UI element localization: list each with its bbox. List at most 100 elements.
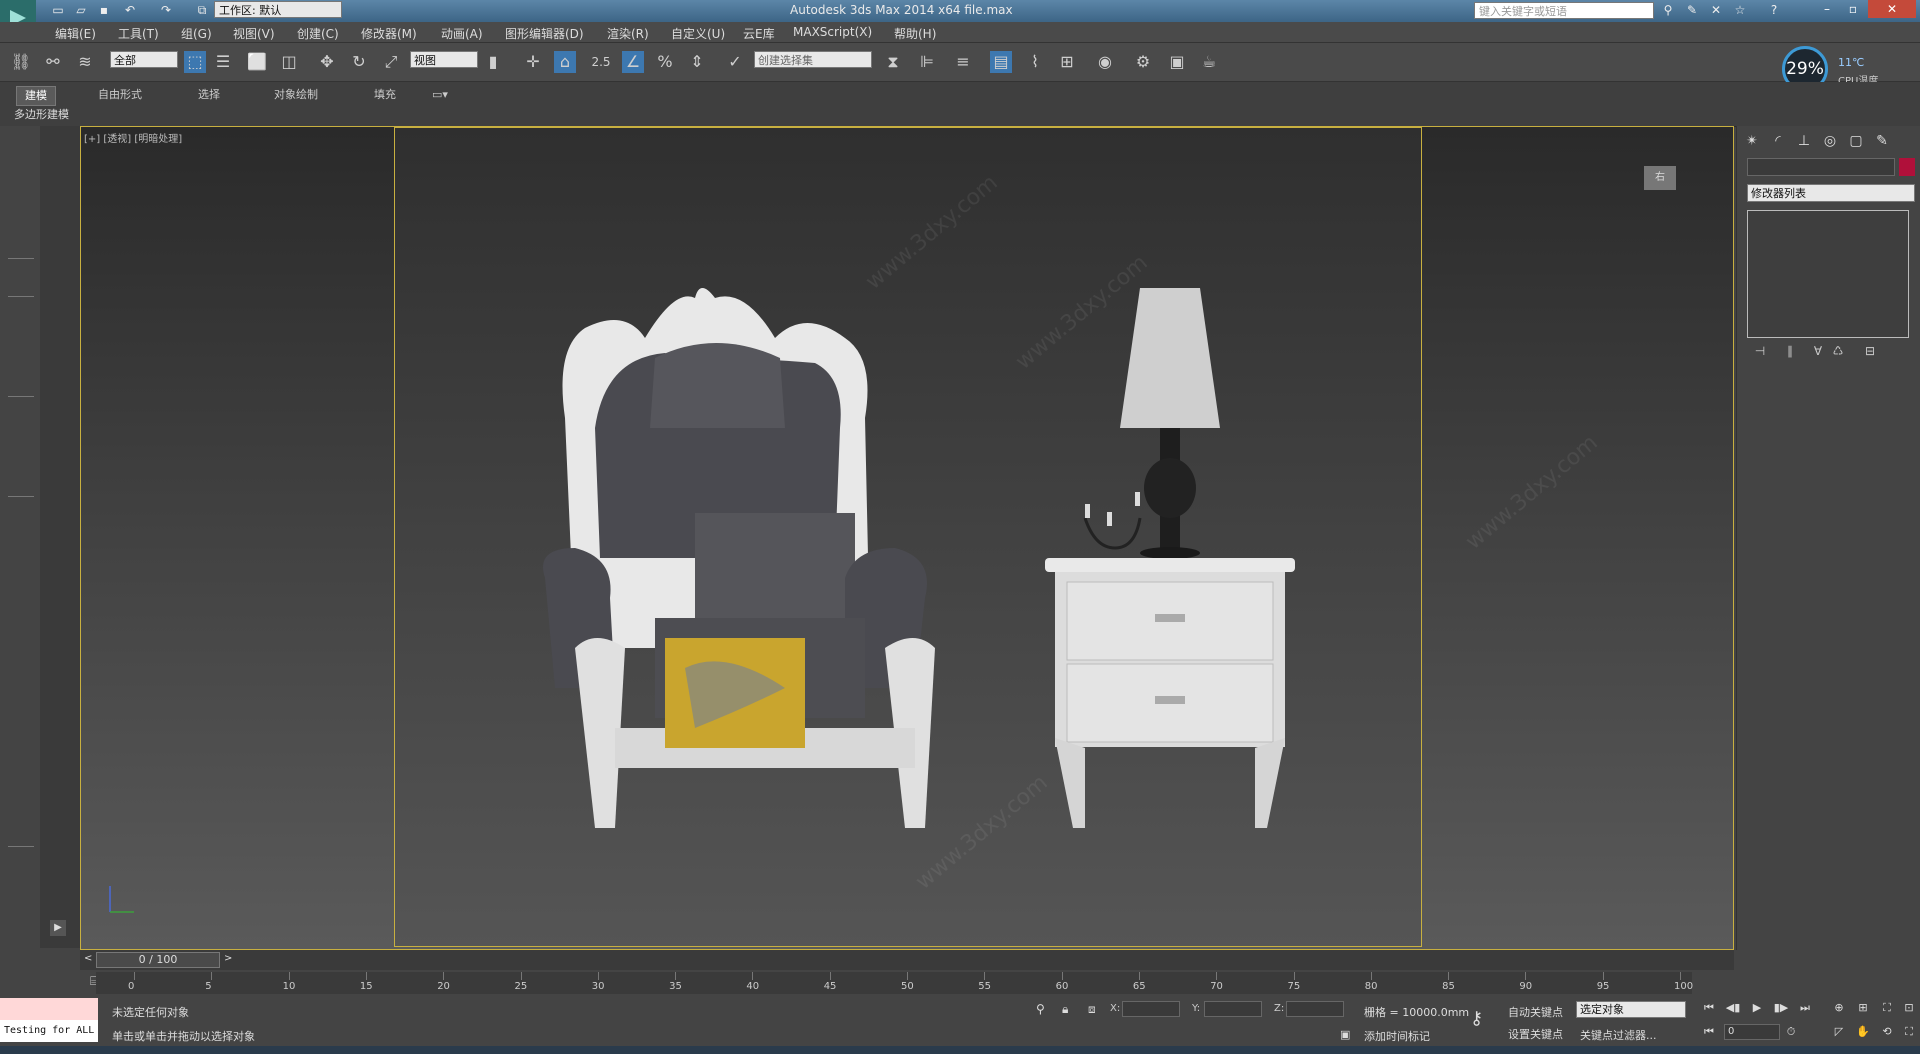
previous-frame-icon[interactable]: ◀▮: [1724, 1000, 1742, 1016]
zoom-extents-icon[interactable]: ⛶: [1878, 1000, 1896, 1016]
reference-coordinate-dropdown[interactable]: 视图: [410, 51, 478, 68]
window-crossing-icon[interactable]: ◫: [278, 51, 300, 73]
binoculars-icon[interactable]: ⚲: [1660, 3, 1676, 17]
zoom-extents-all-icon[interactable]: ⊡: [1900, 1000, 1918, 1016]
edit-named-selection-icon[interactable]: ✓: [724, 51, 746, 73]
time-next-arrow[interactable]: >: [224, 953, 232, 964]
expand-panel-button[interactable]: ▶: [50, 920, 66, 936]
time-configuration-icon[interactable]: ⏱: [1782, 1024, 1800, 1040]
zoom-icon[interactable]: ⊕: [1830, 1000, 1848, 1016]
rendered-frame-window-icon[interactable]: ▣: [1166, 51, 1188, 73]
menu-edit[interactable]: 编辑(E): [55, 25, 96, 42]
show-end-result-icon[interactable]: ∥: [1781, 344, 1799, 360]
maxscript-listener-input[interactable]: Testing for ALL: [0, 1020, 98, 1042]
tools-icon[interactable]: ✎: [1684, 3, 1700, 17]
scale-icon[interactable]: ⤢: [380, 51, 402, 73]
menu-maxscript[interactable]: MAXScript(X): [793, 25, 872, 39]
play-icon[interactable]: ▶: [1748, 1000, 1766, 1016]
modifier-list-dropdown[interactable]: 修改器列表: [1747, 184, 1915, 202]
layer-manager-icon[interactable]: ≡: [952, 51, 974, 73]
mirror-icon[interactable]: ⧗: [882, 51, 904, 73]
tab-selection[interactable]: 选择: [190, 86, 228, 104]
x-coordinate-field[interactable]: [1122, 1001, 1180, 1017]
modifier-stack[interactable]: [1747, 210, 1909, 338]
named-selection-set-dropdown[interactable]: 创建选择集: [754, 51, 872, 68]
remove-modifier-icon[interactable]: ♺: [1829, 344, 1847, 360]
y-coordinate-field[interactable]: [1204, 1001, 1262, 1017]
undo-icon[interactable]: ↶: [122, 3, 138, 17]
z-coordinate-field[interactable]: [1286, 1001, 1344, 1017]
viewcube-face[interactable]: 右: [1644, 166, 1676, 190]
close-button[interactable]: ✕: [1868, 0, 1916, 18]
align-icon[interactable]: ⊫: [916, 51, 938, 73]
pin-stack-icon[interactable]: ⊣: [1751, 344, 1769, 360]
maximize-viewport-icon[interactable]: ⛶: [1900, 1024, 1918, 1040]
modify-tab-icon[interactable]: ◜: [1767, 130, 1789, 152]
time-tag-lock-icon[interactable]: ▣: [1340, 1028, 1350, 1041]
spinner-snap-icon[interactable]: ⇕: [686, 51, 708, 73]
snap-toggle-icon[interactable]: 2.5: [590, 51, 612, 73]
tab-freeform[interactable]: 自由形式: [90, 86, 150, 104]
go-to-end-icon[interactable]: ⏭: [1796, 1000, 1814, 1016]
set-key-button[interactable]: 设置关键点: [1508, 1026, 1563, 1042]
zoom-all-icon[interactable]: ⊞: [1854, 1000, 1872, 1016]
angle-snap-icon[interactable]: ∠: [622, 51, 644, 73]
absolute-mode-icon[interactable]: ⧈: [1088, 1002, 1096, 1017]
time-prev-arrow[interactable]: <: [84, 953, 92, 964]
tab-populate[interactable]: 填充: [366, 86, 404, 104]
tab-modeling[interactable]: 建模: [16, 86, 56, 106]
menu-cloud-library[interactable]: 云E库: [743, 25, 775, 42]
material-editor-icon[interactable]: ◉: [1094, 51, 1116, 73]
ribbon-subtitle[interactable]: 多边形建模: [14, 106, 69, 122]
object-color-swatch[interactable]: [1899, 158, 1915, 176]
minimize-button[interactable]: –: [1814, 0, 1840, 18]
menu-group[interactable]: 组(G): [181, 25, 212, 42]
scene-explorer-icon[interactable]: ▤: [990, 51, 1012, 73]
create-tab-icon[interactable]: ✴: [1741, 130, 1763, 152]
menu-create[interactable]: 创建(C): [297, 25, 339, 42]
make-unique-icon[interactable]: ∀: [1809, 344, 1827, 360]
maxscript-listener-pink[interactable]: [0, 998, 98, 1020]
pivot-center-icon[interactable]: ▮: [482, 51, 504, 73]
add-time-tag-button[interactable]: 添加时间标记: [1364, 1028, 1430, 1044]
workspace-dropdown[interactable]: 工作区: 默认: [214, 1, 342, 18]
select-link-icon[interactable]: ⛓: [10, 51, 32, 73]
menu-help[interactable]: 帮助(H): [894, 25, 936, 42]
curve-editor-icon[interactable]: ⌇: [1024, 51, 1046, 73]
viewcube[interactable]: 右: [1640, 158, 1680, 198]
current-frame-field[interactable]: 0: [1724, 1024, 1780, 1040]
menu-customize[interactable]: 自定义(U): [671, 25, 725, 42]
project-folder-icon[interactable]: ⧉: [194, 3, 210, 17]
viewport-label[interactable]: [+] [透视] [明暗处理]: [84, 130, 182, 145]
open-file-icon[interactable]: ▱: [73, 3, 89, 17]
rectangular-selection-icon[interactable]: ⬜: [246, 51, 268, 73]
menu-rendering[interactable]: 渲染(R): [607, 25, 649, 42]
auto-key-button[interactable]: 自动关键点: [1508, 1004, 1563, 1020]
unlink-icon[interactable]: ⚯: [42, 51, 64, 73]
time-slider-track[interactable]: [80, 950, 1734, 970]
key-mode-toggle-icon[interactable]: ⏮: [1700, 1024, 1718, 1040]
key-filters-button[interactable]: 关键点过滤器...: [1580, 1027, 1657, 1043]
select-object-icon[interactable]: ⬚: [184, 51, 206, 73]
tab-object-paint[interactable]: 对象绘制: [266, 86, 326, 104]
close-search-icon[interactable]: ✕: [1708, 3, 1724, 17]
selection-filter-dropdown[interactable]: 全部: [110, 51, 178, 68]
rotate-icon[interactable]: ↻: [348, 51, 370, 73]
help-icon[interactable]: ?: [1766, 3, 1782, 17]
pan-view-icon[interactable]: ✋: [1854, 1024, 1872, 1040]
save-icon[interactable]: ▪: [96, 3, 112, 17]
isolate-selection-icon[interactable]: ⚲: [1036, 1002, 1045, 1016]
field-of-view-icon[interactable]: ◸: [1830, 1024, 1848, 1040]
bind-space-warp-icon[interactable]: ≋: [74, 51, 96, 73]
menu-tools[interactable]: 工具(T): [118, 25, 159, 42]
set-key-icon[interactable]: ⚷: [1470, 1008, 1483, 1029]
key-mode-dropdown[interactable]: 选定对象: [1576, 1001, 1686, 1018]
time-slider-thumb[interactable]: 0 / 100: [96, 952, 220, 968]
ribbon-options-icon[interactable]: ▭▾: [424, 86, 456, 104]
selection-lock-icon[interactable]: 🔒︎: [1062, 1002, 1068, 1017]
new-file-icon[interactable]: ▭: [50, 3, 66, 17]
select-manipulate-icon[interactable]: ✛: [522, 51, 544, 73]
keyboard-shortcut-override-icon[interactable]: ⌂: [554, 51, 576, 73]
redo-icon[interactable]: ↷: [158, 3, 174, 17]
render-setup-icon[interactable]: ⚙: [1132, 51, 1154, 73]
